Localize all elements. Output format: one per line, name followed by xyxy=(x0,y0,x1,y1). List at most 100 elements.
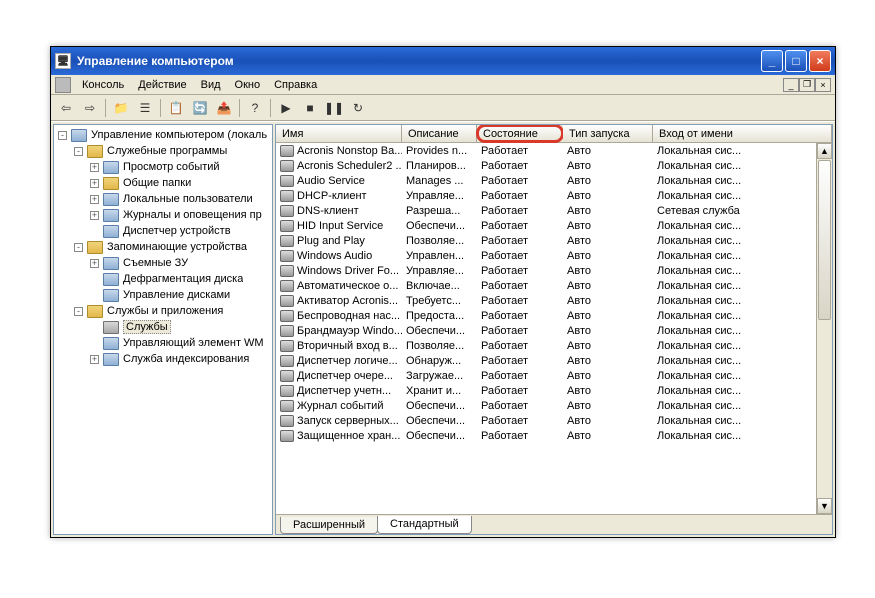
cell-name: Автоматическое о... xyxy=(276,280,402,292)
tree-item[interactable]: +Съемные ЗУ xyxy=(54,255,272,271)
scroll-thumb[interactable] xyxy=(818,160,831,320)
gear-icon xyxy=(280,310,294,322)
cell-startup: Авто xyxy=(563,430,653,442)
forward-button[interactable]: ⇨ xyxy=(79,97,101,119)
minimize-button[interactable]: _ xyxy=(761,50,783,72)
child-restore-button[interactable]: ❐ xyxy=(799,78,815,92)
maximize-button[interactable]: □ xyxy=(785,50,807,72)
expand-box[interactable]: + xyxy=(90,355,99,364)
child-minimize-button[interactable]: _ xyxy=(783,78,799,92)
cell-description: Планиров... xyxy=(402,160,477,172)
cell-name: Диспетчер очере... xyxy=(276,370,402,382)
service-row[interactable]: Автоматическое о...Включае...РаботаетАвт… xyxy=(276,278,832,293)
service-row[interactable]: Windows AudioУправлен...РаботаетАвтоЛока… xyxy=(276,248,832,263)
service-row[interactable]: Вторичный вход в...Позволяе...РаботаетАв… xyxy=(276,338,832,353)
tab-standard[interactable]: Стандартный xyxy=(377,516,472,534)
menu-action[interactable]: Действие xyxy=(131,77,193,93)
menu-window[interactable]: Окно xyxy=(228,77,268,93)
service-row[interactable]: Брандмауэр Windo...Обеспечи...РаботаетАв… xyxy=(276,323,832,338)
service-row[interactable]: Plug and PlayПозволяе...РаботаетАвтоЛока… xyxy=(276,233,832,248)
tree-item[interactable]: +Общие папки xyxy=(54,175,272,191)
expand-box[interactable]: + xyxy=(90,259,99,268)
tree-item[interactable]: -Управление компьютером (локаль xyxy=(54,127,272,143)
service-row[interactable]: Audio ServiceManages ...РаботаетАвтоЛока… xyxy=(276,173,832,188)
services-grid[interactable]: ▲ ▼ Acronis Nonstop Ba...Provides n...Ра… xyxy=(276,143,832,514)
tree-item[interactable]: Управляющий элемент WM xyxy=(54,335,272,351)
child-close-button[interactable]: × xyxy=(815,78,831,92)
scroll-up-button[interactable]: ▲ xyxy=(817,143,832,159)
tree-label: Управляющий элемент WM xyxy=(123,337,264,349)
tree-item[interactable]: Диспетчер устройств xyxy=(54,223,272,239)
cell-startup: Авто xyxy=(563,190,653,202)
tree-item[interactable]: + Локальные пользователи xyxy=(54,191,272,207)
device-icon xyxy=(103,257,119,270)
pause-button[interactable]: ❚❚ xyxy=(323,97,345,119)
refresh-button[interactable]: 🔄 xyxy=(189,97,211,119)
service-row[interactable]: Acronis Nonstop Ba...Provides n...Работа… xyxy=(276,143,832,158)
service-row[interactable]: Защищенное хран...Обеспечи...РаботаетАвт… xyxy=(276,428,832,443)
tree-item[interactable]: +Журналы и оповещения пр xyxy=(54,207,272,223)
scroll-down-button[interactable]: ▼ xyxy=(817,498,832,514)
titlebar[interactable]: 🖥 Управление компьютером _ □ × xyxy=(51,47,835,75)
cell-name: Диспетчер логиче... xyxy=(276,355,402,367)
service-row[interactable]: Диспетчер очере...Загружае...РаботаетАвт… xyxy=(276,368,832,383)
service-row[interactable]: HID Input ServiceОбеспечи...РаботаетАвто… xyxy=(276,218,832,233)
expand-box[interactable]: + xyxy=(90,163,99,172)
gear-icon xyxy=(280,415,294,427)
expand-box[interactable]: - xyxy=(74,243,83,252)
expand-box[interactable]: - xyxy=(74,307,83,316)
expand-box[interactable]: + xyxy=(90,179,99,188)
expand-box[interactable]: + xyxy=(90,211,99,220)
col-startup-type[interactable]: Тип запуска xyxy=(563,125,653,142)
menu-help[interactable]: Справка xyxy=(267,77,324,93)
cell-startup: Авто xyxy=(563,145,653,157)
show-hide-tree-button[interactable]: ☰ xyxy=(134,97,156,119)
up-button[interactable]: 📁 xyxy=(110,97,132,119)
service-row[interactable]: Диспетчер логиче...Обнаруж...РаботаетАвт… xyxy=(276,353,832,368)
menu-view[interactable]: Вид xyxy=(194,77,228,93)
service-row[interactable]: Беспроводная нас...Предоста...РаботаетАв… xyxy=(276,308,832,323)
close-button[interactable]: × xyxy=(809,50,831,72)
vertical-scrollbar[interactable]: ▲ ▼ xyxy=(816,143,832,514)
tree-item[interactable]: -Службы и приложения xyxy=(54,303,272,319)
cell-name: Вторичный вход в... xyxy=(276,340,402,352)
export-button[interactable]: 📤 xyxy=(213,97,235,119)
properties-button[interactable]: 📋 xyxy=(165,97,187,119)
stop-button[interactable]: ■ xyxy=(299,97,321,119)
back-button[interactable]: ⇦ xyxy=(55,97,77,119)
tree-item[interactable]: Службы xyxy=(54,319,272,335)
tree-item[interactable]: +Просмотр событий xyxy=(54,159,272,175)
service-row[interactable]: Acronis Scheduler2 ...Планиров...Работае… xyxy=(276,158,832,173)
window-title: Управление компьютером xyxy=(77,54,759,68)
service-row[interactable]: Windows Driver Fo...Управляе...РаботаетА… xyxy=(276,263,832,278)
help-button[interactable]: ? xyxy=(244,97,266,119)
service-row[interactable]: DHCP-клиентУправляе...РаботаетАвтоЛокаль… xyxy=(276,188,832,203)
nav-tree[interactable]: -Управление компьютером (локаль-Служебны… xyxy=(53,124,273,535)
tree-item[interactable]: -Запоминающие устройства xyxy=(54,239,272,255)
cell-logon: Локальная сис... xyxy=(653,355,832,367)
service-row[interactable]: Диспетчер учетн...Хранит и...РаботаетАвт… xyxy=(276,383,832,398)
tree-item[interactable]: Дефрагментация диска xyxy=(54,271,272,287)
tree-item[interactable]: Управление дисками xyxy=(54,287,272,303)
cell-name: Acronis Scheduler2 ... xyxy=(276,160,402,172)
col-name[interactable]: Имя xyxy=(276,125,402,142)
expand-box[interactable]: + xyxy=(90,195,99,204)
col-description[interactable]: Описание xyxy=(402,125,477,142)
tree-label: Служебные программы xyxy=(107,145,227,157)
col-logon-as[interactable]: Вход от имени xyxy=(653,125,832,142)
menu-console[interactable]: Консоль xyxy=(75,77,131,93)
expand-box[interactable]: - xyxy=(58,131,67,140)
service-row[interactable]: Активатор Acronis...Требуетс...РаботаетА… xyxy=(276,293,832,308)
tab-extended[interactable]: Расширенный xyxy=(280,517,378,534)
tree-item[interactable]: - Служебные программы xyxy=(54,143,272,159)
cell-status: Работает xyxy=(477,265,563,277)
col-status[interactable]: Состояние xyxy=(477,125,563,142)
tree-item[interactable]: +Служба индексирования xyxy=(54,351,272,367)
service-row[interactable]: DNS-клиентРазреша...РаботаетАвтоСетевая … xyxy=(276,203,832,218)
service-row[interactable]: Запуск серверных...Обеспечи...РаботаетАв… xyxy=(276,413,832,428)
restart-button[interactable]: ↻ xyxy=(347,97,369,119)
play-button[interactable]: ▶ xyxy=(275,97,297,119)
tree-label: Локальные пользователи xyxy=(123,193,253,205)
service-row[interactable]: Журнал событийОбеспечи...РаботаетАвтоЛок… xyxy=(276,398,832,413)
expand-box[interactable]: - xyxy=(74,147,83,156)
